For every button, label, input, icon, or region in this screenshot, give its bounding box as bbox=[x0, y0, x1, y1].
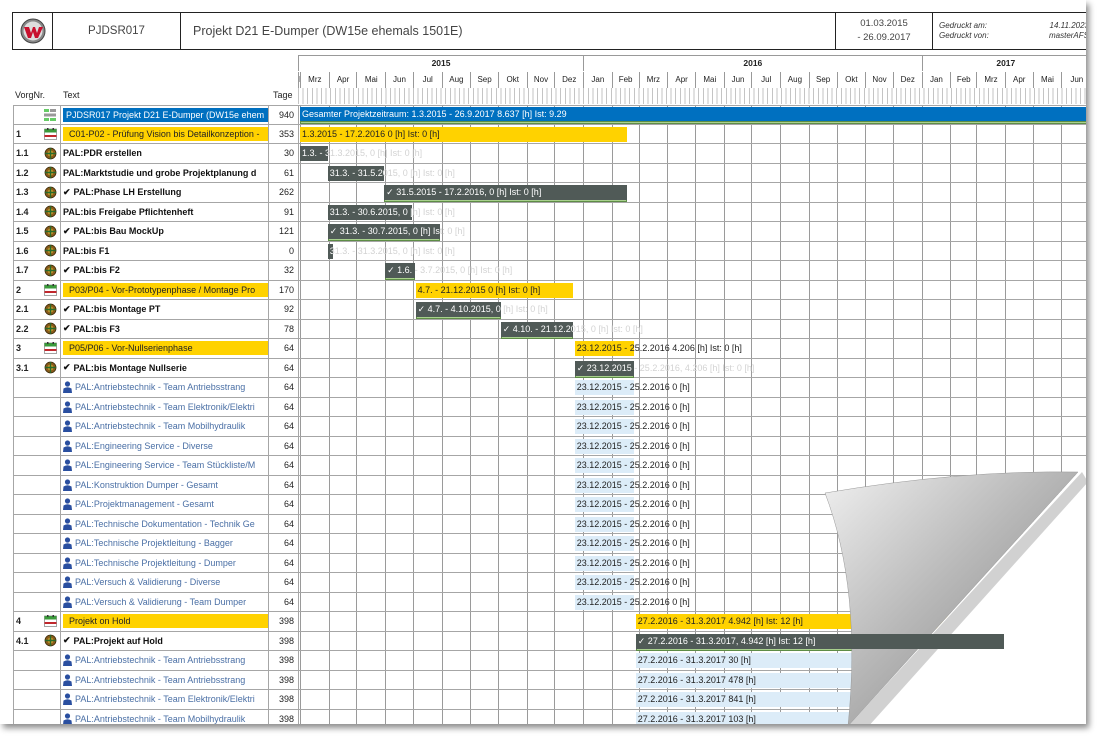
gantt-bar-label-inner: ✓ 4.7. - 4.10.2015, 0 [h] Ist: 0 [h] bbox=[417, 304, 501, 314]
gantt-bar[interactable]: ✓ 23.12.2015 - 25.2.2016, 4.206 [h] Ist:… bbox=[574, 360, 634, 376]
gantt-bar-label-inner: 31.3. - 30.6.2015, 0 [h] Ist: 0 [h] bbox=[329, 206, 412, 217]
gantt-bar-label-inner: ✓ 31.5.2015 - 17.2.2016, 0 [h] Ist: 0 [h… bbox=[386, 187, 542, 197]
gantt-bar-label-inner: 1.3. - 31.3.2015, 0 [h] Ist: 0 [h] bbox=[302, 148, 328, 158]
page-curl bbox=[824, 470, 1086, 724]
gantt-bar[interactable]: ✓ 31.3. - 30.7.2015, 0 [h] Ist: 0 [h] bbox=[327, 224, 440, 239]
gantt-bar[interactable]: 31.3. - 31.3.2015, 0 [h] Ist: 0 [h] bbox=[327, 243, 333, 259]
gantt-bar-label-inner: ✓ 4.10. - 21.12.2015, 0 [h] Ist: 0 [h] bbox=[502, 323, 573, 334]
gantt-bar[interactable]: ✓ 27.2.2016 - 31.3.2017, 4.942 [h] Ist: … bbox=[635, 633, 1004, 649]
gantt-bar[interactable]: ✓ 4.10. - 21.12.2015, 0 [h] Ist: 0 [h] bbox=[500, 321, 573, 337]
gantt-bar[interactable]: 31.3. - 31.5.2015, 0 [h] Ist: 0 [h] bbox=[327, 165, 385, 181]
gantt-bar[interactable]: ✓ 4.7. - 4.10.2015, 0 [h] Ist: 0 [h] bbox=[415, 302, 501, 317]
gantt-bar-label-inner: 31.3. - 31.5.2015, 0 [h] Ist: 0 [h] bbox=[329, 167, 384, 178]
gantt-bar[interactable]: ✓ 1.6. - 3.7.2015, 0 [h] Ist: 0 [h] bbox=[385, 263, 415, 278]
gantt-bar-label-inner: ✓ 1.6. - 3.7.2015, 0 [h] Ist: 0 [h] bbox=[387, 265, 415, 275]
gantt-bar-label-inner: ✓ 27.2.2016 - 31.3.2017, 4.942 [h] Ist: … bbox=[637, 635, 816, 646]
gantt-bar-label-inner: ✓ 23.12.2015 - 25.2.2016, 4.206 [h] Ist:… bbox=[576, 362, 634, 373]
gantt-bar-label-inner: 31.3. - 31.3.2015, 0 [h] Ist: 0 [h] bbox=[329, 245, 333, 256]
gantt-bar[interactable]: 1.3. - 31.3.2015, 0 [h] Ist: 0 [h] bbox=[300, 146, 328, 161]
gantt-bar[interactable]: ✓ 31.5.2015 - 17.2.2016, 0 [h] Ist: 0 [h… bbox=[384, 185, 627, 200]
gantt-bar[interactable]: 31.3. - 30.6.2015, 0 [h] Ist: 0 [h] bbox=[327, 204, 412, 220]
gantt-bar-label-inner: ✓ 31.3. - 30.7.2015, 0 [h] Ist: 0 [h] bbox=[329, 226, 440, 236]
report-page: PJDSR017 Projekt D21 E-Dumper (DW15e ehe… bbox=[0, 0, 1086, 724]
